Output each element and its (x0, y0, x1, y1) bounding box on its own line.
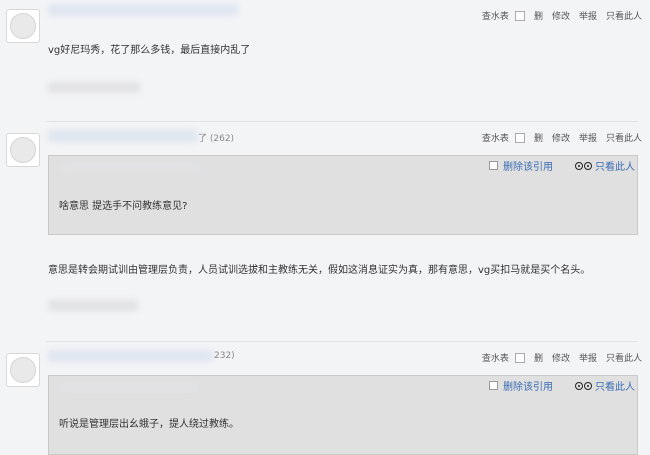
username-blurred[interactable] (48, 4, 238, 16)
quote-only-this-user-button[interactable]: 只看此人 (575, 158, 635, 173)
delete-button[interactable]: 删 (534, 131, 543, 144)
delete-quote-button[interactable]: 删除该引用 (489, 158, 553, 173)
quote-author-blurred (59, 162, 199, 173)
avatar[interactable] (6, 353, 40, 387)
delete-quote-label: 删除该引用 (503, 382, 553, 393)
edit-button[interactable]: 修改 (552, 131, 570, 144)
post-ops: 查水表 删 修改 举报 只看此人 (473, 9, 642, 22)
post-ops: 查水表 删 修改 举报 只看此人 (473, 131, 642, 144)
quote-only-label: 只看此人 (595, 382, 635, 393)
delete-button[interactable]: 删 (534, 351, 543, 364)
water-button[interactable]: 查水表 (482, 351, 509, 364)
report-button[interactable]: 举报 (579, 351, 597, 364)
quote-author-blurred (59, 382, 199, 393)
quote-block: 删除该引用 只看此人 听说是管理层出幺蛾子，提人绕过教练。 (48, 375, 638, 455)
quote-checkbox[interactable] (489, 161, 498, 170)
report-button[interactable]: 举报 (579, 9, 597, 22)
water-button[interactable]: 查水表 (482, 9, 509, 22)
eyes-icon (575, 381, 593, 390)
post-1: 查水表 删 修改 举报 只看此人 vg好尼玛秀，花了那么多钱，最后直接内乱了 (0, 0, 650, 122)
eyes-icon (575, 161, 593, 170)
avatar[interactable] (6, 9, 40, 43)
quote-only-this-user-button[interactable]: 只看此人 (575, 378, 635, 393)
delete-quote-label: 删除该引用 (503, 162, 553, 173)
signature-blurred (48, 82, 140, 93)
post-meta: 232) (214, 351, 235, 361)
avatar[interactable] (6, 133, 40, 167)
only-this-user-button[interactable]: 只看此人 (606, 351, 642, 364)
water-button[interactable]: 查水表 (482, 131, 509, 144)
post-text: vg好尼玛秀，花了那么多钱，最后直接内乱了 (48, 45, 251, 56)
quote-text: 啥意思 提选手不问教练意见? (59, 201, 188, 212)
post-2: 了 (262) 查水表 删 修改 举报 只看此人 删除该引用 只看此人 啥意思 … (0, 122, 650, 342)
post-text: 意思是转会期试训由管理层负责，人员试训选拔和主教练无关，假如这消息证实为真，那有… (48, 265, 591, 276)
select-checkbox[interactable] (514, 132, 525, 143)
username-blurred[interactable] (48, 130, 198, 142)
select-checkbox[interactable] (514, 10, 525, 21)
username-blurred[interactable] (48, 350, 213, 362)
edit-button[interactable]: 修改 (552, 351, 570, 364)
only-this-user-button[interactable]: 只看此人 (606, 131, 642, 144)
post-meta: 了 (262) (198, 134, 235, 144)
quote-only-label: 只看此人 (595, 162, 635, 173)
edit-button[interactable]: 修改 (552, 9, 570, 22)
report-button[interactable]: 举报 (579, 131, 597, 144)
signature-blurred (48, 300, 138, 311)
quote-block: 删除该引用 只看此人 啥意思 提选手不问教练意见? (48, 155, 638, 235)
select-checkbox[interactable] (514, 352, 525, 363)
only-this-user-button[interactable]: 只看此人 (606, 9, 642, 22)
delete-button[interactable]: 删 (534, 9, 543, 22)
quote-checkbox[interactable] (489, 381, 498, 390)
delete-quote-button[interactable]: 删除该引用 (489, 378, 553, 393)
post-3: 232) 查水表 删 修改 举报 只看此人 删除该引用 只看此人 听说是管理层出… (0, 342, 650, 455)
post-ops: 查水表 删 修改 举报 只看此人 (473, 351, 642, 364)
quote-text: 听说是管理层出幺蛾子，提人绕过教练。 (59, 419, 239, 430)
